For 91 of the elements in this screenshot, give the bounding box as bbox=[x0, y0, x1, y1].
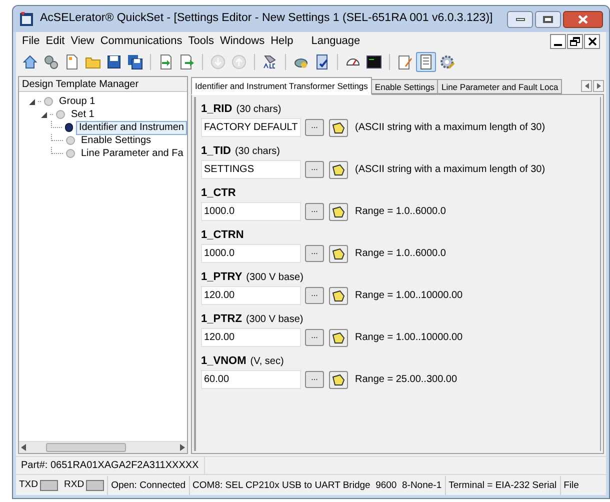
status-panel: File bbox=[560, 476, 582, 494]
indicator-light bbox=[40, 480, 58, 490]
setting-note: (30 chars) bbox=[234, 145, 280, 159]
app-icon bbox=[19, 11, 35, 27]
setting-name: 1_RID bbox=[201, 102, 232, 117]
menu-item[interactable]: Help bbox=[270, 33, 294, 50]
note-button[interactable] bbox=[329, 202, 348, 220]
tree-item[interactable]: Enable Settings bbox=[78, 134, 154, 148]
setting-name: 1_VNOM bbox=[201, 354, 246, 369]
menu-item[interactable]: Windows bbox=[220, 33, 265, 50]
menu-item[interactable]: File bbox=[22, 33, 40, 50]
close-icon[interactable] bbox=[588, 37, 596, 46]
setting-name: 1_CTR bbox=[201, 186, 236, 201]
note-button[interactable] bbox=[329, 160, 348, 178]
right-arrow-icon[interactable] bbox=[596, 83, 600, 89]
setting-note: (V, sec) bbox=[250, 355, 284, 369]
browse-button[interactable]: ... bbox=[305, 287, 324, 304]
input-field[interactable]: 120.00 bbox=[201, 286, 301, 305]
setting-hint: (ASCII string with a maximum length of 30) bbox=[355, 121, 546, 135]
menu-item[interactable]: Edit bbox=[46, 33, 65, 50]
scroll-thumb[interactable] bbox=[46, 443, 126, 452]
minimize-button[interactable] bbox=[507, 10, 533, 28]
tree-item[interactable]: Set 1 bbox=[68, 108, 98, 122]
mdi-close-button[interactable] bbox=[584, 34, 600, 49]
browse-button[interactable]: ... bbox=[305, 245, 324, 262]
status-panel: Terminal = EIA-232 Serial bbox=[444, 476, 560, 494]
input-field[interactable]: 60.00 bbox=[201, 370, 301, 389]
sticky-note-icon[interactable] bbox=[332, 374, 345, 386]
note-button[interactable] bbox=[329, 118, 348, 136]
left-arrow-icon[interactable] bbox=[584, 83, 588, 89]
tree-item[interactable]: Identifier and Instrumen bbox=[76, 120, 187, 134]
mdi-minimize-button[interactable] bbox=[550, 34, 566, 49]
setting-hint: Range = 1.0..6000.0 bbox=[355, 205, 446, 219]
sticky-note-icon[interactable] bbox=[332, 248, 345, 260]
tab-scroll-right-button[interactable] bbox=[593, 80, 604, 92]
note-button[interactable] bbox=[329, 244, 348, 262]
status-panel: COM8: SEL CP210x USB to UART Bridge 9600 8-None-1 bbox=[188, 476, 445, 494]
browse-button[interactable]: ... bbox=[305, 161, 324, 178]
note-button[interactable] bbox=[329, 328, 348, 346]
input-field[interactable]: SETTINGS bbox=[201, 160, 301, 179]
mdi-restore-button[interactable] bbox=[567, 34, 583, 49]
expand-arrow-icon[interactable] bbox=[29, 98, 35, 104]
menu-item[interactable]: Language bbox=[311, 33, 360, 50]
setting-note: (300 V base) bbox=[246, 313, 304, 327]
browse-button[interactable]: ... bbox=[305, 329, 324, 346]
sticky-note-icon[interactable] bbox=[332, 332, 345, 344]
menu-item[interactable]: View bbox=[70, 33, 94, 50]
note-button[interactable] bbox=[329, 370, 348, 388]
setting-name: 1_CTRN bbox=[201, 228, 244, 243]
setting-hint: (ASCII string with a maximum length of 30) bbox=[355, 163, 546, 177]
setting-name: 1_PTRZ bbox=[201, 312, 242, 327]
tree-item[interactable]: Group 1 bbox=[56, 94, 98, 108]
sticky-note-icon[interactable] bbox=[332, 206, 345, 218]
sticky-note-icon[interactable] bbox=[332, 290, 345, 302]
tab[interactable]: Enable Settings bbox=[370, 79, 438, 94]
horizontal-scrollbar[interactable] bbox=[19, 441, 187, 453]
input-field[interactable]: 120.00 bbox=[201, 328, 301, 347]
maximize-button[interactable] bbox=[535, 10, 561, 28]
setting-note: (300 V base) bbox=[246, 271, 304, 285]
status-panel: Open: Connected bbox=[107, 476, 189, 494]
sticky-note-icon[interactable] bbox=[332, 164, 345, 176]
input-field[interactable]: FACTORY DEFAULT bbox=[201, 118, 301, 137]
scroll-left-icon[interactable] bbox=[21, 444, 26, 451]
menu-item[interactable]: Tools bbox=[188, 33, 214, 50]
note-button[interactable] bbox=[329, 286, 348, 304]
tree-item[interactable]: Line Parameter and Fa bbox=[78, 146, 186, 160]
browse-button[interactable]: ... bbox=[305, 203, 324, 220]
setting-name: 1_TID bbox=[201, 144, 231, 159]
browse-button[interactable]: ... bbox=[305, 119, 324, 136]
panel-title: Design Template Manager bbox=[19, 77, 187, 92]
tab-scroll-left-button[interactable] bbox=[581, 80, 592, 92]
status-label: RXD bbox=[64, 478, 84, 492]
expand-arrow-icon[interactable] bbox=[41, 112, 47, 118]
setting-hint: Range = 25.00..300.00 bbox=[355, 373, 458, 387]
input-field[interactable]: 1000.0 bbox=[201, 244, 301, 263]
input-field[interactable]: 1000.0 bbox=[201, 202, 301, 221]
setting-hint: Range = 1.0..6000.0 bbox=[355, 247, 446, 261]
browse-button[interactable]: ... bbox=[305, 371, 324, 388]
status-label: TXD bbox=[19, 478, 38, 492]
sticky-note-icon[interactable] bbox=[332, 122, 345, 134]
tab[interactable]: Line Parameter and Fault Loca bbox=[437, 79, 562, 94]
setting-name: 1_PTRY bbox=[201, 270, 242, 285]
setting-hint: Range = 1.00..10000.00 bbox=[355, 331, 463, 345]
close-button[interactable] bbox=[563, 10, 603, 28]
menu-item[interactable]: Communications bbox=[100, 33, 182, 50]
scroll-right-icon[interactable] bbox=[180, 444, 185, 451]
tab[interactable]: Identifier and Instrument Transformer Settings bbox=[191, 77, 372, 95]
setting-note: (30 chars) bbox=[236, 103, 282, 117]
window-title: AcSELerator® QuickSet - [Settings Editor - New Settings 1 (SEL-651RA 001 v6.0.3.123)] bbox=[40, 11, 493, 26]
setting-hint: Range = 1.00..10000.00 bbox=[355, 289, 463, 303]
indicator-light bbox=[86, 480, 104, 490]
